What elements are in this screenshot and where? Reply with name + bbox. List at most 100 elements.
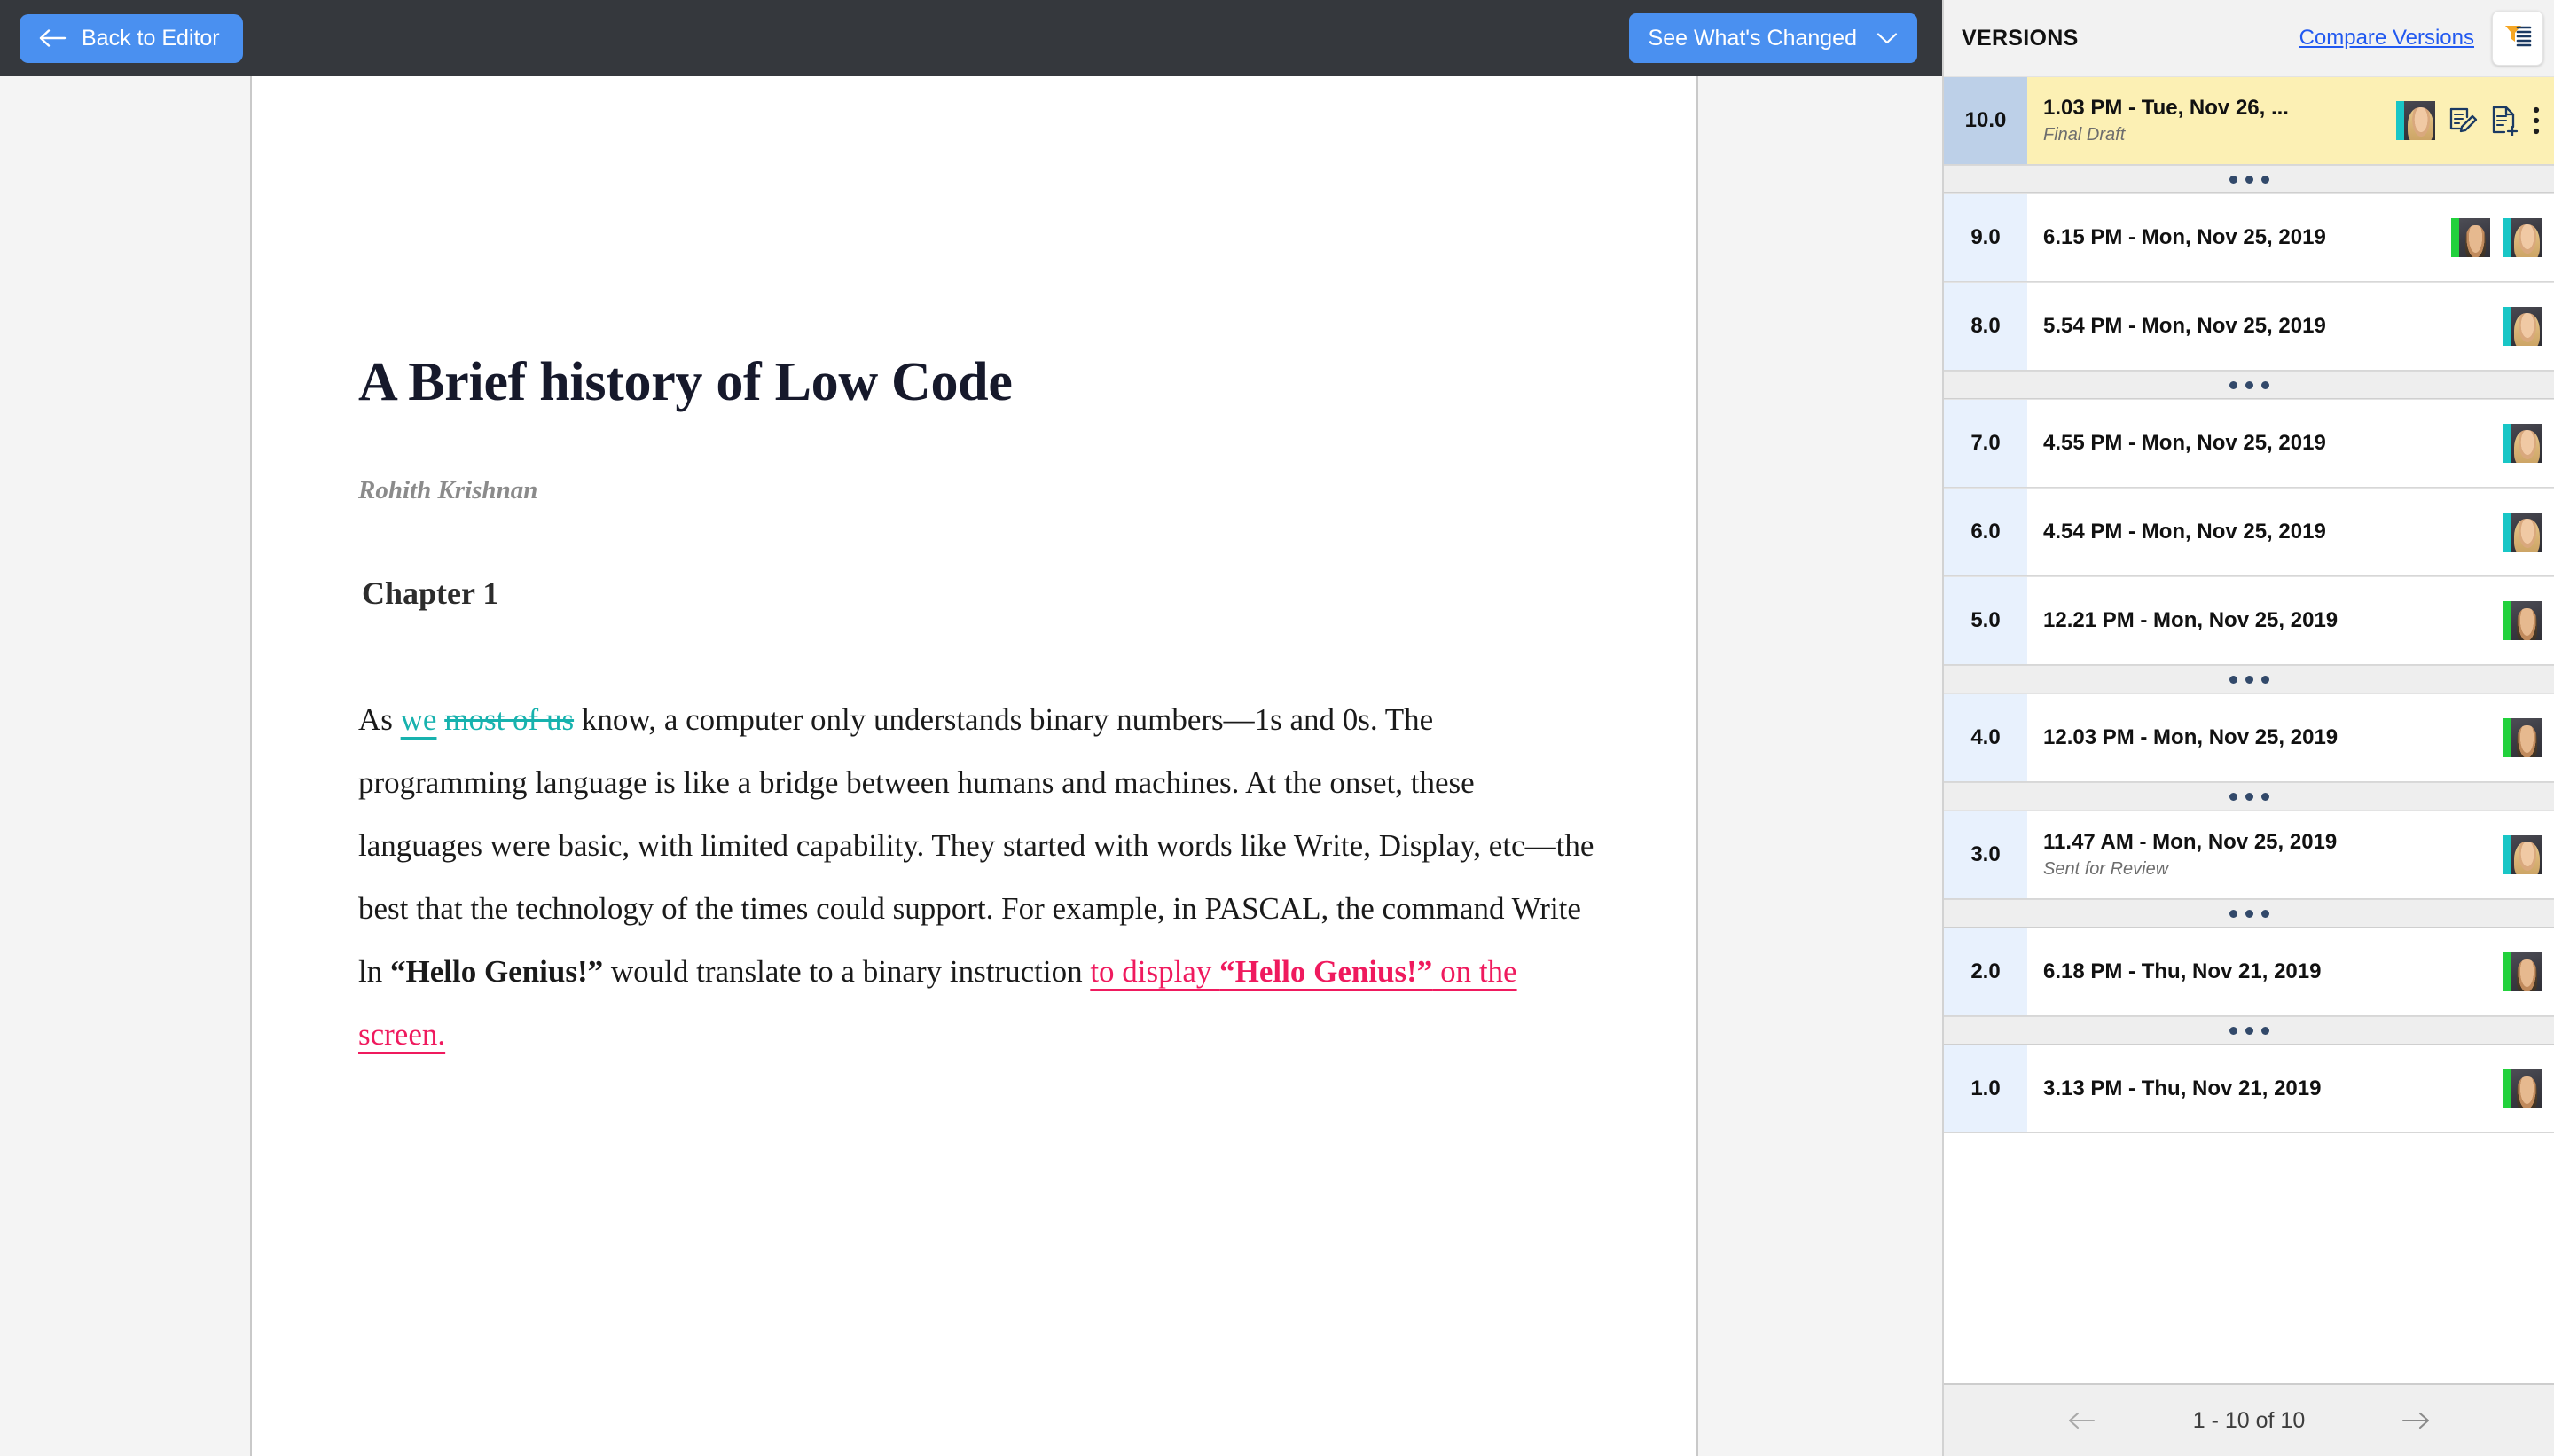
back-to-editor-label: Back to Editor bbox=[82, 25, 220, 51]
version-row-icons bbox=[2503, 513, 2542, 552]
avatar[interactable] bbox=[2503, 307, 2542, 346]
version-row-body: 12.03 PM - Mon, Nov 25, 2019 bbox=[2027, 694, 2554, 781]
version-group-separator[interactable] bbox=[1944, 665, 2554, 693]
edit-document-icon[interactable] bbox=[2448, 106, 2478, 136]
avatar-photo bbox=[2459, 218, 2490, 257]
avatar[interactable] bbox=[2503, 718, 2542, 757]
avatar-accent-bar bbox=[2503, 218, 2511, 257]
document-title: A Brief history of Low Code bbox=[358, 352, 1013, 412]
add-document-icon[interactable] bbox=[2490, 106, 2519, 136]
avatar[interactable] bbox=[2396, 101, 2435, 140]
avatar-accent-bar bbox=[2503, 1069, 2511, 1108]
version-group-separator[interactable] bbox=[1944, 899, 2554, 928]
version-row-texts: 12.03 PM - Mon, Nov 25, 2019 bbox=[2043, 725, 2494, 750]
three-dots-icon bbox=[2229, 675, 2269, 684]
avatar-accent-bar bbox=[2503, 835, 2511, 874]
avatar[interactable] bbox=[2503, 1069, 2542, 1108]
version-row[interactable]: 8.0 5.54 PM - Mon, Nov 25, 2019 bbox=[1944, 282, 2554, 371]
version-number: 3.0 bbox=[1944, 811, 2027, 898]
versions-panel: VERSIONS Compare Versions 10.0 1.03 PM - … bbox=[1942, 0, 2554, 1456]
version-row-icons bbox=[2503, 601, 2542, 640]
version-row-body: 4.54 PM - Mon, Nov 25, 2019 bbox=[2027, 489, 2554, 575]
see-whats-changed-button[interactable]: See What's Changed bbox=[1628, 13, 1917, 63]
version-row-body: 6.18 PM - Thu, Nov 21, 2019 bbox=[2027, 928, 2554, 1015]
version-row[interactable]: 7.0 4.55 PM - Mon, Nov 25, 2019 bbox=[1944, 399, 2554, 488]
version-timestamp: 6.18 PM - Thu, Nov 21, 2019 bbox=[2043, 959, 2322, 983]
version-timestamp: 12.03 PM - Mon, Nov 25, 2019 bbox=[2043, 725, 2339, 749]
avatar[interactable] bbox=[2503, 218, 2542, 257]
avatar-photo bbox=[2511, 513, 2542, 552]
version-row-body: 5.54 PM - Mon, Nov 25, 2019 bbox=[2027, 283, 2554, 370]
version-row-icons bbox=[2503, 424, 2542, 463]
version-row-icons bbox=[2451, 218, 2542, 257]
avatar[interactable] bbox=[2503, 835, 2542, 874]
text-segment-2: know, a computer only understands binary… bbox=[358, 702, 1594, 990]
previous-page-button[interactable] bbox=[2067, 1411, 2097, 1430]
version-group-separator[interactable] bbox=[1944, 782, 2554, 810]
avatar-accent-bar bbox=[2503, 952, 2511, 991]
version-row[interactable]: 1.0 3.13 PM - Thu, Nov 21, 2019 bbox=[1944, 1045, 2554, 1133]
version-row-icons bbox=[2396, 101, 2542, 140]
version-timestamp: 5.54 PM - Mon, Nov 25, 2019 bbox=[2043, 314, 2326, 338]
version-group-separator[interactable] bbox=[1944, 165, 2554, 193]
document-paragraph: As we most of us know, a computer only u… bbox=[358, 688, 1599, 1066]
version-timestamp: 3.13 PM - Thu, Nov 21, 2019 bbox=[2043, 1076, 2322, 1100]
avatar-photo bbox=[2511, 835, 2542, 874]
versions-list[interactable]: 10.0 1.03 PM - Tue, Nov 26, ... Final Draf… bbox=[1944, 76, 2554, 1383]
version-number: 7.0 bbox=[1944, 400, 2027, 487]
version-group-separator[interactable] bbox=[1944, 371, 2554, 399]
compare-versions-link[interactable]: Compare Versions bbox=[2299, 26, 2474, 51]
version-status-label: Sent for Review bbox=[2043, 859, 2169, 879]
avatar[interactable] bbox=[2503, 424, 2542, 463]
version-row[interactable]: 4.0 12.03 PM - Mon, Nov 25, 2019 bbox=[1944, 693, 2554, 782]
version-group-separator[interactable] bbox=[1944, 1016, 2554, 1045]
versions-panel-title: VERSIONS bbox=[1962, 25, 2079, 51]
version-history-screen: Back to Editor See What's Changed A Brie… bbox=[0, 0, 2554, 1456]
pagination-label: 1 - 10 of 10 bbox=[2192, 1407, 2306, 1433]
version-row-texts: 11.47 AM - Mon, Nov 25, 2019 Sent for Rev… bbox=[2043, 830, 2494, 880]
avatar[interactable] bbox=[2451, 218, 2490, 257]
document-scroll-area[interactable]: A Brief history of Low Code Rohith Krish… bbox=[0, 76, 1942, 1456]
next-page-button[interactable] bbox=[2401, 1411, 2431, 1430]
more-vertical-icon[interactable] bbox=[2531, 106, 2542, 136]
avatar-accent-bar bbox=[2503, 307, 2511, 346]
avatar-accent-bar bbox=[2396, 101, 2404, 140]
version-number: 8.0 bbox=[1944, 283, 2027, 370]
insertion-bold-quote: “Hello Genius!” bbox=[1219, 954, 1433, 990]
text-segment-3: would translate to a binary instruction bbox=[603, 954, 1091, 990]
document-pane: Back to Editor See What's Changed A Brie… bbox=[0, 0, 1942, 1456]
version-number: 5.0 bbox=[1944, 577, 2027, 664]
version-row[interactable]: 3.0 11.47 AM - Mon, Nov 25, 2019 Sent for … bbox=[1944, 810, 2554, 899]
version-row[interactable]: 5.0 12.21 PM - Mon, Nov 25, 2019 bbox=[1944, 576, 2554, 665]
version-row-icons bbox=[2503, 952, 2542, 991]
avatar-accent-bar bbox=[2503, 513, 2511, 552]
arrow-left-icon bbox=[39, 28, 67, 48]
avatar-photo bbox=[2511, 1069, 2542, 1108]
version-row-body: 12.21 PM - Mon, Nov 25, 2019 bbox=[2027, 577, 2554, 664]
version-row-texts: 4.55 PM - Mon, Nov 25, 2019 bbox=[2043, 431, 2494, 456]
version-row-icons bbox=[2503, 718, 2542, 757]
version-row-texts: 3.13 PM - Thu, Nov 21, 2019 bbox=[2043, 1076, 2494, 1101]
version-row[interactable]: 10.0 1.03 PM - Tue, Nov 26, ... Final Draf… bbox=[1944, 76, 2554, 165]
version-row-body: 6.15 PM - Mon, Nov 25, 2019 bbox=[2027, 194, 2554, 281]
avatar-accent-bar bbox=[2503, 424, 2511, 463]
filter-button[interactable] bbox=[2492, 11, 2543, 66]
version-row[interactable]: 2.0 6.18 PM - Thu, Nov 21, 2019 bbox=[1944, 928, 2554, 1016]
avatar[interactable] bbox=[2503, 513, 2542, 552]
version-row-body: 3.13 PM - Thu, Nov 21, 2019 bbox=[2027, 1045, 2554, 1132]
tracked-insertion-we: we bbox=[400, 702, 437, 738]
version-row[interactable]: 6.0 4.54 PM - Mon, Nov 25, 2019 bbox=[1944, 488, 2554, 576]
avatar-accent-bar bbox=[2503, 718, 2511, 757]
tracked-deletion-most-of-us: most of us bbox=[444, 702, 575, 738]
version-row-icons bbox=[2503, 835, 2542, 874]
version-timestamp: 6.15 PM - Mon, Nov 25, 2019 bbox=[2043, 225, 2326, 249]
avatar[interactable] bbox=[2503, 601, 2542, 640]
three-dots-icon bbox=[2229, 1026, 2269, 1035]
back-to-editor-button[interactable]: Back to Editor bbox=[20, 13, 243, 63]
avatar[interactable] bbox=[2503, 952, 2542, 991]
three-dots-icon bbox=[2229, 380, 2269, 389]
version-row-body: 1.03 PM - Tue, Nov 26, ... Final Draft bbox=[2027, 77, 2554, 164]
version-row[interactable]: 9.0 6.15 PM - Mon, Nov 25, 2019 bbox=[1944, 193, 2554, 282]
version-row-texts: 12.21 PM - Mon, Nov 25, 2019 bbox=[2043, 608, 2494, 633]
see-whats-changed-label: See What's Changed bbox=[1648, 25, 1857, 51]
